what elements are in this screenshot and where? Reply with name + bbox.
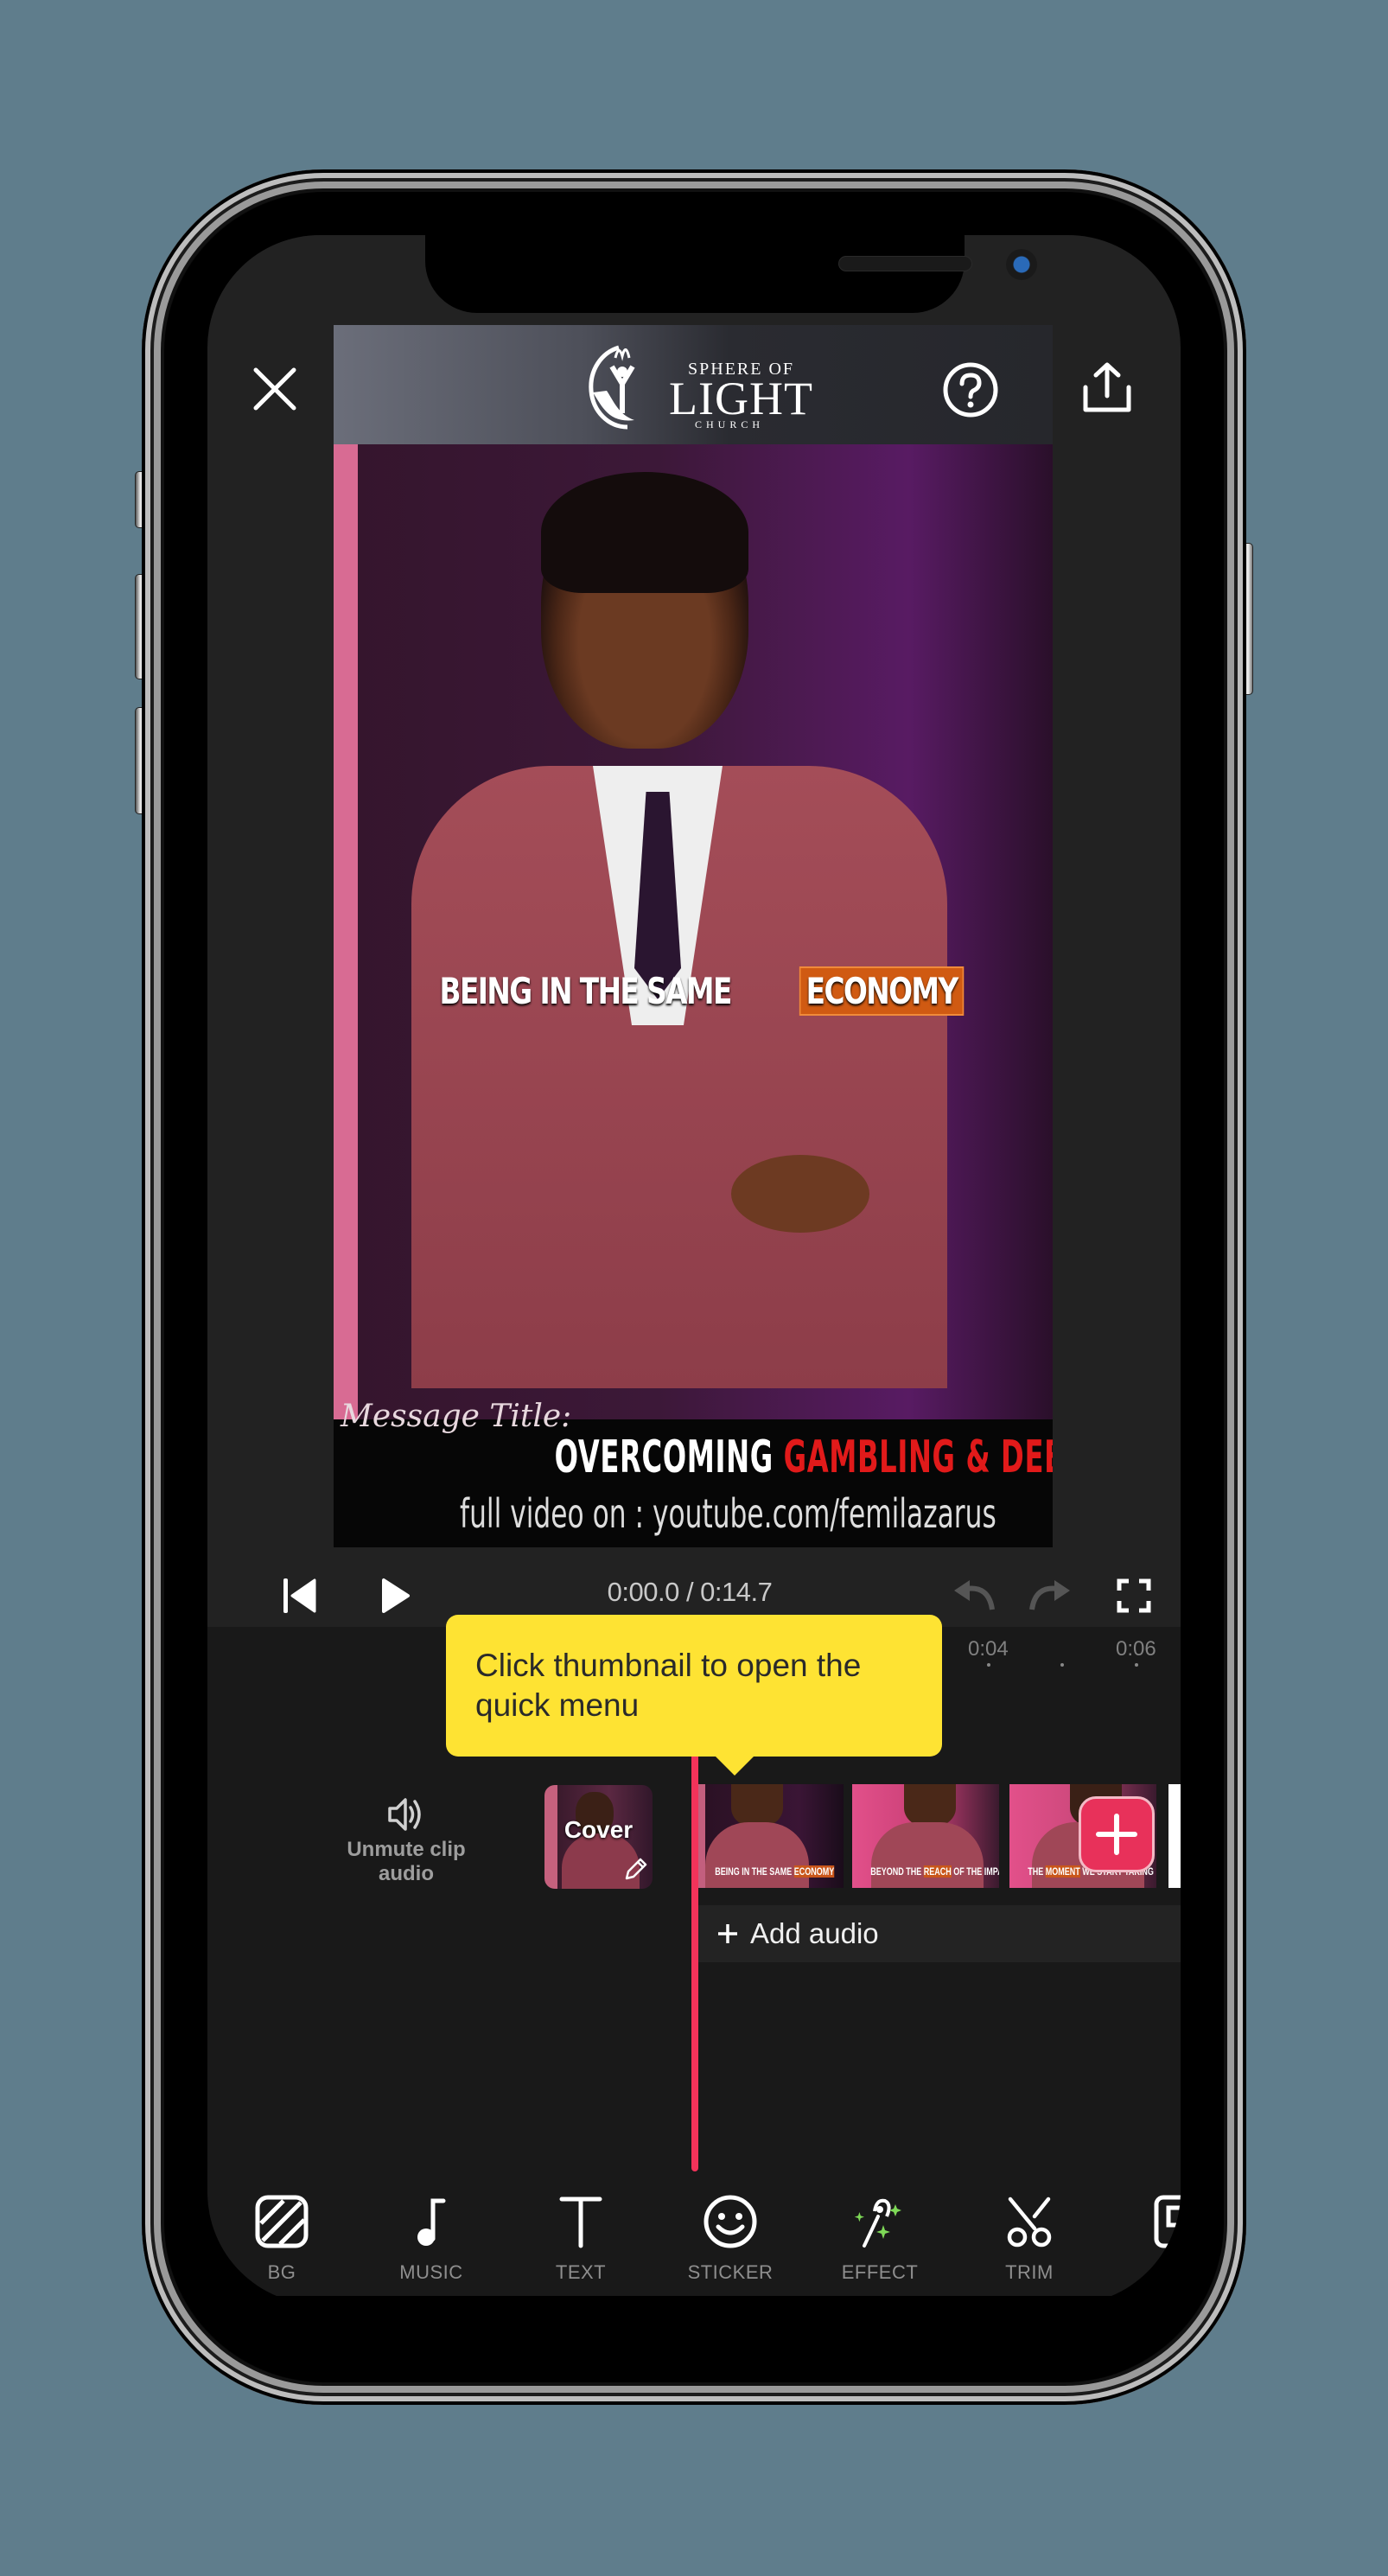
hand [731, 1155, 869, 1233]
front-camera [1006, 249, 1037, 280]
skip-back-icon [283, 1578, 316, 1613]
video-preview[interactable]: SPHERE OF LIGHT CHURCH BEING IN THE SAME… [334, 325, 1053, 1547]
export-button[interactable] [1079, 360, 1136, 421]
notch [425, 235, 1037, 313]
message-title-band: Message Title: OVERCOMING GAMBLING & DEB… [334, 1399, 1053, 1547]
unmute-label: Unmute clip audio [347, 1838, 466, 1885]
clip-head [904, 1784, 956, 1827]
clip-head [731, 1784, 783, 1827]
help-circle-icon [943, 362, 998, 418]
video-caption: BEING IN THE SAME ECONOMY [334, 966, 1053, 1016]
redo-button[interactable] [1027, 1578, 1075, 1617]
hair [541, 472, 748, 593]
clip-caption-highlight: MOMENT [1045, 1865, 1080, 1878]
clip-caption-highlight: ECONOMY [793, 1865, 835, 1878]
skip-to-start-button[interactable] [280, 1577, 318, 1619]
text-icon [559, 2197, 602, 2248]
tool-trim[interactable]: TRIM [969, 2194, 1090, 2284]
safe-area [207, 2296, 1181, 2305]
clip-thumbnail[interactable]: BEYOND THE REACH OF THE IMPACT [852, 1784, 999, 1888]
background-pattern-icon [255, 2195, 309, 2248]
clip-edge [1168, 1784, 1181, 1888]
pip-icon [1154, 2195, 1181, 2248]
tool-label: BG [267, 2261, 296, 2283]
fullscreen-icon [1117, 1578, 1151, 1613]
tool-bg[interactable]: BG [221, 2194, 342, 2284]
unmute-clip-audio-button[interactable]: Unmute clip audio [337, 1796, 475, 1886]
tool-music[interactable]: MUSIC [371, 2194, 492, 2284]
message-title-label: Message Title: [341, 1399, 572, 1434]
play-button[interactable] [379, 1577, 413, 1619]
cover-label: Cover [563, 1816, 634, 1843]
tool-pip[interactable]: P [1118, 2194, 1181, 2284]
tool-label: TEXT [555, 2261, 607, 2283]
earpiece-speaker [838, 256, 972, 271]
close-icon [253, 367, 296, 411]
logo-line-3: CHURCH [695, 418, 765, 430]
tool-label: MUSIC [399, 2261, 463, 2283]
caption-prefix: BEING IN THE SAME [440, 970, 733, 1012]
add-clip-button[interactable] [1079, 1796, 1155, 1872]
smiley-icon [704, 2195, 757, 2248]
clip-caption-text: OF THE IMPACT [953, 1865, 999, 1878]
ruler-tick: 0:06 [1116, 1637, 1156, 1661]
tool-text[interactable]: TEXT [520, 2194, 641, 2284]
plus-icon [1096, 1814, 1137, 1855]
ruler-tick: 0:04 [968, 1637, 1009, 1661]
speaker-figure [411, 472, 947, 1388]
caption-highlight: ECONOMY [799, 966, 965, 1016]
add-audio-button[interactable]: Add audio [698, 1905, 1181, 1962]
tool-effect[interactable]: EFFECT [819, 2194, 940, 2284]
ruler-dot [987, 1663, 990, 1667]
tool-label: EFFECT [841, 2261, 919, 2283]
play-icon [382, 1578, 410, 1613]
phone-screen: SPHERE OF LIGHT CHURCH BEING IN THE SAME… [207, 235, 1181, 2305]
bottom-toolbar: BG MUSIC TEXT STICKER EFFECT TRIM P [207, 2171, 1181, 2296]
tool-label: P [1156, 2261, 1170, 2283]
church-logo: SPHERE OF LIGHT CHURCH [567, 341, 818, 430]
message-title-text: OVERCOMING GAMBLING & DEBT ADDICTION [555, 1431, 1053, 1483]
scissors-icon [1007, 2197, 1052, 2248]
dove-flame-logo-icon [589, 345, 635, 430]
clip-caption: BEING IN THE SAME ECONOMY [715, 1865, 835, 1878]
redo-icon [1029, 1580, 1070, 1610]
title-part-1: OVERCOMING [554, 1431, 774, 1483]
message-title: OVERCOMING GAMBLING & DEBT ADDICTION [334, 1431, 1053, 1483]
speaker-icon [388, 1798, 421, 1831]
ruler-dot [1060, 1663, 1064, 1667]
tool-sticker[interactable]: STICKER [670, 2194, 791, 2284]
tooltip-arrow [714, 1755, 755, 1776]
tooltip-text: Click thumbnail to open the quick menu [475, 1648, 862, 1723]
undo-icon [954, 1580, 995, 1610]
logo-line-2: LIGHT [669, 373, 813, 424]
ruler-dot [1135, 1663, 1138, 1667]
clip-caption-text: BEING IN THE SAME [715, 1865, 793, 1878]
clip-caption-highlight: REACH [923, 1865, 952, 1878]
tool-label: TRIM [1005, 2261, 1054, 2283]
clip-suit [705, 1822, 809, 1888]
magic-wand-icon [854, 2198, 901, 2248]
clip-caption: BEYOND THE REACH OF THE IMPACT [870, 1865, 999, 1878]
cover-thumbnail[interactable]: Cover [544, 1785, 653, 1889]
playhead[interactable] [691, 1753, 698, 2171]
fullscreen-button[interactable] [1117, 1578, 1151, 1617]
clip-caption-text: THE [1028, 1865, 1044, 1878]
clip-thumbnail[interactable]: BEING IN THE SAME ECONOMY [697, 1784, 844, 1888]
share-upload-icon [1083, 362, 1131, 412]
clip-suit [871, 1822, 984, 1888]
pencil-icon [625, 1858, 647, 1880]
youtube-link-line: full video on : youtube.com/femilazarus [334, 1490, 1053, 1537]
tool-label: STICKER [687, 2261, 774, 2283]
plus-icon [718, 1924, 737, 1943]
title-part-2: GAMBLING & DEBT [783, 1431, 1053, 1483]
timecode: 0:00.0 / 0:14.7 [607, 1577, 773, 1607]
undo-button[interactable] [949, 1578, 997, 1617]
help-button[interactable] [942, 361, 999, 423]
add-audio-label: Add audio [750, 1917, 879, 1949]
youtube-link-text: full video on : youtube.com/femilazarus [460, 1490, 996, 1537]
music-note-icon [417, 2198, 446, 2246]
clip-caption-text: BEYOND THE [870, 1865, 922, 1878]
close-button[interactable] [251, 365, 299, 418]
quick-menu-tooltip: Click thumbnail to open the quick menu [446, 1615, 942, 1776]
